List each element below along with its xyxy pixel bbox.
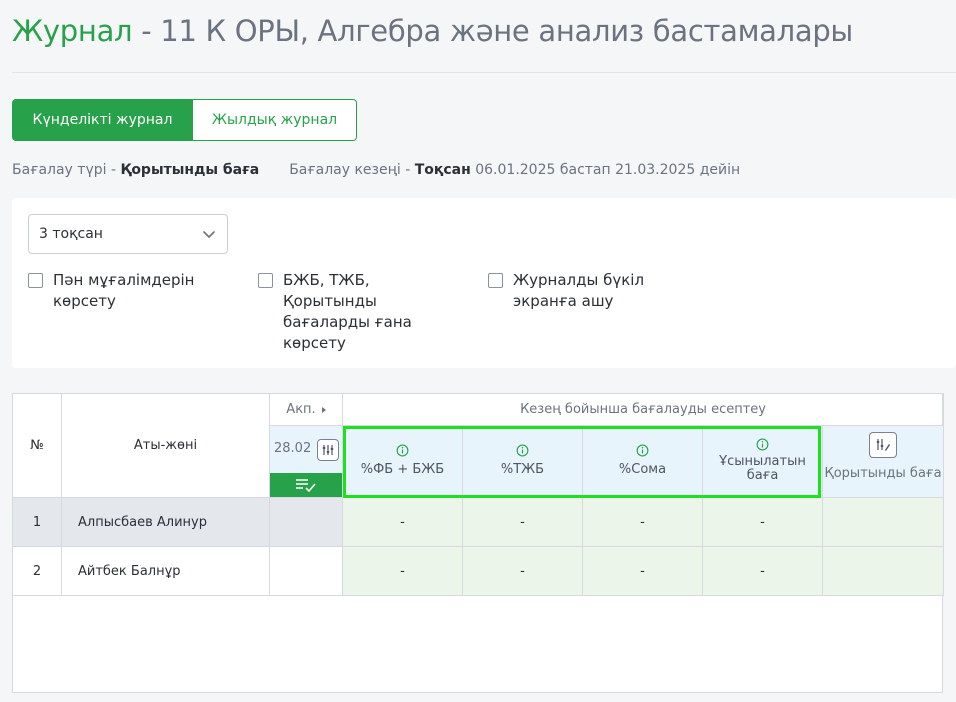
show-summative-only-label: БЖБ, ТЖБ, Қорытынды бағаларды ғана көрсе…: [283, 271, 412, 352]
checkbox-icon[interactable]: [28, 273, 43, 288]
final-grade-settings-button[interactable]: [869, 432, 897, 458]
grade-cell[interactable]: [269, 546, 343, 596]
journal-tabs: Күнделікті журнал Жылдық журнал: [12, 99, 357, 141]
eval-type-value: Қорытынды баға: [120, 162, 260, 178]
info-icon[interactable]: [636, 444, 649, 457]
metric-value: -: [702, 546, 823, 596]
show-teachers-label: Пән мұғалімдерін көрсету: [53, 271, 195, 310]
title-separator: -: [132, 14, 161, 48]
metric-label: %Сома: [618, 462, 667, 477]
metric-value: -: [702, 497, 823, 547]
metric-recommended-grade: Ұсынылатын баға: [702, 425, 823, 498]
fullscreen-label: Журналды бүкіл экранға ашу: [513, 271, 645, 310]
column-header-number: №: [12, 393, 62, 498]
info-icon[interactable]: [756, 438, 769, 451]
table-row[interactable]: 1 Алпысбаев Алинур - - - -: [12, 497, 945, 547]
metric-tjb: %ТЖБ: [462, 425, 583, 498]
tab-daily-journal[interactable]: Күнделікті журнал: [12, 99, 193, 141]
tab-annual-journal[interactable]: Жылдық журнал: [193, 99, 357, 141]
column-settings-button[interactable]: [317, 439, 339, 461]
chevron-down-icon: [203, 231, 215, 238]
date-column-header: 28.02: [269, 425, 343, 498]
metric-label: %ТЖБ: [500, 462, 545, 477]
column-header-name: Аты-жөні: [61, 393, 270, 498]
checkbox-icon[interactable]: [258, 273, 273, 288]
info-icon[interactable]: [516, 444, 529, 457]
page-title: Журнал - 11 К ОРЫ, Алгебра және анализ б…: [12, 14, 853, 48]
row-number: 2: [12, 546, 62, 596]
sliders-edit-icon: [876, 439, 890, 451]
checkbox-icon[interactable]: [488, 273, 503, 288]
row-number: 1: [12, 497, 62, 547]
metric-value: -: [462, 497, 583, 547]
final-grade-cell[interactable]: [821, 497, 945, 547]
info-icon[interactable]: [396, 444, 409, 457]
eval-period-label: Бағалау кезеңі -: [289, 162, 415, 178]
akp-label: Акп.: [286, 402, 316, 417]
metric-value: -: [582, 546, 703, 596]
journal-table: № Аты-жөні Акп. Кезең бойынша бағалауды …: [12, 393, 945, 596]
table-row[interactable]: 2 Айтбек Балнұр - - - -: [12, 546, 945, 596]
eval-period-value: Тоқсан: [414, 162, 471, 178]
final-grade-cell[interactable]: [821, 546, 945, 596]
grade-cell[interactable]: [269, 497, 343, 547]
metric-value: -: [342, 497, 463, 547]
student-name[interactable]: Айтбек Балнұр: [61, 546, 270, 596]
show-summative-only-checkbox[interactable]: БЖБ, ТЖБ, Қорытынды бағаларды ғана көрсе…: [258, 270, 443, 354]
eval-type-label: Бағалау түрі -: [12, 162, 121, 178]
filter-panel: 3 тоқсан Пән мұғалімдерін көрсету БЖБ, Т…: [12, 198, 956, 368]
metric-fb-bjb: %ФБ + БЖБ: [342, 425, 463, 498]
metric-label: Ұсынылатын баға: [719, 454, 806, 483]
journal-grid: № Аты-жөні Акп. Кезең бойынша бағалауды …: [12, 393, 945, 693]
metric-value: -: [582, 497, 703, 547]
title-class-subject: 11 К ОРЫ, Алгебра және анализ бастамалар…: [160, 14, 854, 48]
fullscreen-checkbox[interactable]: Журналды бүкіл экранға ашу: [488, 270, 688, 312]
lesson-date: 28.02: [274, 441, 312, 456]
metric-value: -: [342, 546, 463, 596]
mark-all-button[interactable]: [270, 473, 342, 497]
column-header-akp[interactable]: Акп.: [269, 393, 343, 426]
final-grade-header: Қорытынды баға: [821, 425, 945, 498]
column-header-period-calc: Кезең бойынша бағалауды есептеу: [341, 393, 945, 426]
metric-label: %ФБ + БЖБ: [360, 462, 445, 477]
evaluation-info: Бағалау түрі - Қорытынды баға Бағалау кез…: [12, 162, 740, 178]
quarter-select[interactable]: 3 тоқсан: [28, 214, 228, 254]
metric-total: %Сома: [582, 425, 703, 498]
sliders-icon: [322, 445, 334, 455]
title-journal: Журнал: [12, 14, 133, 48]
quarter-select-value: 3 тоқсан: [39, 226, 103, 242]
caret-right-icon: [321, 406, 326, 413]
metric-value: -: [462, 546, 583, 596]
show-teachers-checkbox[interactable]: Пән мұғалімдерін көрсету: [28, 270, 228, 312]
title-divider: [12, 72, 956, 73]
student-name[interactable]: Алпысбаев Алинур: [61, 497, 270, 547]
final-grade-label: Қорытынды баға: [824, 466, 942, 481]
list-check-icon: [296, 479, 316, 492]
eval-period-range: 06.01.2025 бастап 21.03.2025 дейін: [470, 162, 741, 178]
